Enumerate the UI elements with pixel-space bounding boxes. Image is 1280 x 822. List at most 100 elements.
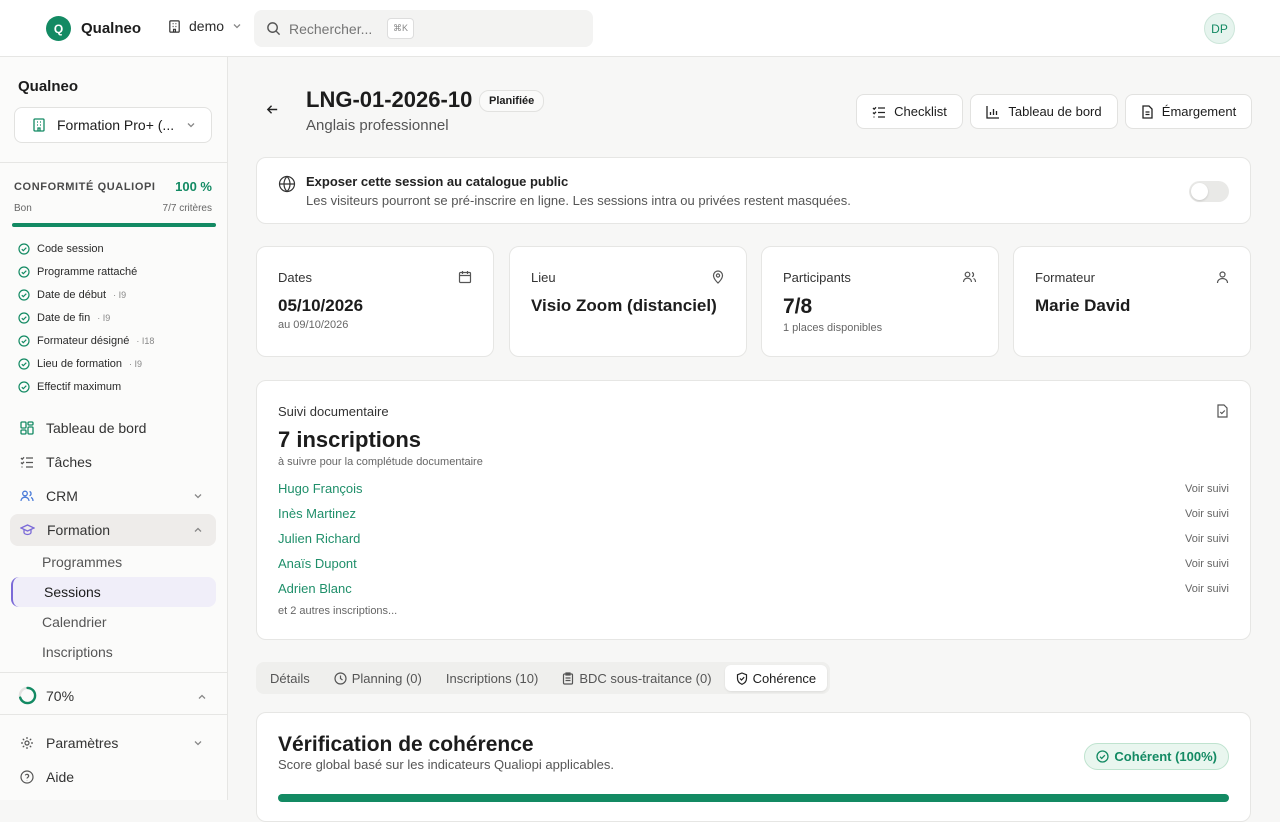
back-arrow-icon[interactable] (265, 102, 280, 117)
sidebar-item-dashboard[interactable]: Tableau de bord (10, 412, 216, 444)
sidebar-subitem-calendar[interactable]: Calendrier (42, 614, 107, 630)
criterion-item[interactable]: Lieu de formation · I9 (18, 352, 154, 375)
dashboard-button[interactable]: Tableau de bord (970, 94, 1118, 129)
top-bar: Q Qualneo demo ⌘K DP (0, 0, 1280, 57)
building-icon (167, 19, 182, 34)
criterion-label: Formateur désigné (37, 334, 130, 347)
organisation-select-value: Formation Pro+ (... (57, 117, 175, 133)
stat-label: Lieu (531, 270, 556, 285)
compliance-title: CONFORMITÉ QUALIOPI (14, 180, 156, 193)
criterion-tag: · I9 (113, 289, 127, 300)
tab-details[interactable]: Détails (259, 665, 321, 691)
attendance-button[interactable]: Émargement (1125, 94, 1252, 129)
criterion-item[interactable]: Date de début · I9 (18, 283, 154, 306)
view-tracking-link[interactable]: Voir suivi (1185, 483, 1229, 495)
compliance-criteria-list: Code session Programme rattaché Date de … (18, 237, 154, 399)
inscription-name-link[interactable]: Hugo François (278, 481, 363, 496)
checklist-button-label: Checklist (894, 104, 947, 119)
compliance-progress-bar (12, 223, 216, 227)
tab-bdc[interactable]: BDC sous-traitance (0) (551, 665, 722, 691)
search-input[interactable] (289, 20, 379, 37)
criterion-item[interactable]: Effectif maximum (18, 376, 154, 399)
organisation-select[interactable]: Formation Pro+ (... (14, 107, 212, 143)
stat-card-participants: Participants 7/8 1 places disponibles (761, 246, 999, 357)
list-item: Julien Richard Voir suivi (278, 526, 1229, 551)
sidebar-item-label: Aide (46, 769, 75, 785)
stat-value: Marie David (1035, 296, 1131, 315)
chevron-down-icon (192, 490, 204, 502)
list-item: Hugo François Voir suivi (278, 476, 1229, 501)
check-circle-icon (18, 381, 30, 393)
criterion-label: Lieu de formation (37, 358, 122, 371)
check-circle-icon (18, 289, 30, 301)
sidebar-subitem-programmes[interactable]: Programmes (42, 554, 122, 570)
org-switcher[interactable]: demo (167, 18, 243, 34)
tab-label: Détails (270, 670, 310, 686)
checklist-button[interactable]: Checklist (856, 94, 963, 129)
criterion-item[interactable]: Date de fin · I9 (18, 306, 154, 329)
file-text-icon (1141, 104, 1154, 119)
sidebar-item-settings[interactable]: Paramètres (10, 727, 216, 759)
criterion-item[interactable]: Code session (18, 237, 154, 260)
progress-ring-icon (18, 686, 37, 705)
brand-name: Qualneo (81, 20, 142, 37)
criterion-item[interactable]: Programme rattaché (18, 260, 154, 283)
criterion-label: Date de début (37, 288, 107, 301)
sidebar-progress[interactable]: 70% (18, 686, 74, 705)
stat-value: 05/10/2026 (278, 296, 364, 315)
stat-card-place: Lieu Visio Zoom (distanciel) (509, 246, 747, 357)
sidebar-item-tasks[interactable]: Tâches (10, 446, 216, 478)
public-catalog-title: Exposer cette session au catalogue publi… (306, 174, 569, 189)
view-tracking-link[interactable]: Voir suivi (1185, 583, 1229, 595)
criterion-label: Programme rattaché (37, 265, 138, 278)
view-tracking-link[interactable]: Voir suivi (1185, 558, 1229, 570)
sidebar-subitem-inscriptions[interactable]: Inscriptions (42, 644, 113, 660)
coherence-status-label: Cohérent (100%) (1114, 749, 1217, 764)
documentary-tracking-card: Suivi documentaire 7 inscriptions à suiv… (256, 380, 1251, 640)
doc-tracking-note: à suivre pour la complétude documentaire (278, 456, 483, 468)
criterion-item[interactable]: Formateur désigné · I18 (18, 329, 154, 352)
criterion-tag: · I18 (136, 335, 155, 346)
check-circle-icon (18, 358, 30, 370)
criterion-label: Code session (37, 242, 104, 255)
check-circle-icon (18, 242, 30, 255)
more-inscriptions-link[interactable]: et 2 autres inscriptions... (278, 605, 397, 617)
stat-label: Participants (783, 270, 851, 285)
inscription-name-link[interactable]: Adrien Blanc (278, 581, 352, 596)
sidebar-subitem-sessions[interactable]: Sessions (44, 584, 101, 600)
coherence-title: Vérification de cohérence (278, 733, 534, 756)
dashboard-grid-icon (20, 421, 34, 435)
tab-planning[interactable]: Planning (0) (323, 665, 433, 691)
status-badge: Planifiée (479, 90, 545, 112)
dashboard-button-label: Tableau de bord (1008, 104, 1102, 119)
inscription-name-link[interactable]: Anaïs Dupont (278, 556, 357, 571)
sidebar-item-crm[interactable]: CRM (10, 480, 216, 512)
check-circle-icon (18, 266, 30, 278)
coherence-status-badge: Cohérent (100%) (1084, 743, 1229, 770)
view-tracking-link[interactable]: Voir suivi (1185, 533, 1229, 545)
avatar[interactable]: DP (1204, 13, 1235, 44)
brand-logo: Q (46, 16, 71, 41)
coherence-card: Vérification de cohérence Score global b… (256, 712, 1251, 822)
sidebar: Qualneo Formation Pro+ (... CONFORMITÉ Q… (0, 57, 228, 800)
tab-label: Planning (0) (351, 670, 422, 686)
inscription-name-link[interactable]: Inès Martinez (278, 506, 356, 521)
compliance-summary: Bon 7/7 critères (14, 203, 212, 214)
brand[interactable]: Q Qualneo (46, 16, 141, 41)
search-bar[interactable]: ⌘K (254, 10, 593, 47)
public-catalog-toggle[interactable] (1189, 181, 1229, 202)
inscription-name-link[interactable]: Julien Richard (278, 531, 360, 546)
stat-value: Visio Zoom (distanciel) (531, 296, 717, 315)
public-catalog-card: Exposer cette session au catalogue publi… (256, 157, 1251, 224)
view-tracking-link[interactable]: Voir suivi (1185, 508, 1229, 520)
tab-coherence[interactable]: Cohérence (724, 665, 828, 691)
chevron-up-icon[interactable] (196, 691, 208, 703)
search-shortcut: ⌘K (387, 18, 415, 39)
tab-inscriptions[interactable]: Inscriptions (10) (435, 665, 549, 691)
sidebar-item-help[interactable]: Aide (10, 761, 216, 793)
stat-card-trainer: Formateur Marie David (1013, 246, 1251, 357)
map-pin-icon (711, 270, 725, 284)
users-icon (20, 489, 34, 503)
sidebar-item-formation[interactable]: Formation (10, 514, 216, 546)
criterion-label: Effectif maximum (37, 381, 122, 394)
